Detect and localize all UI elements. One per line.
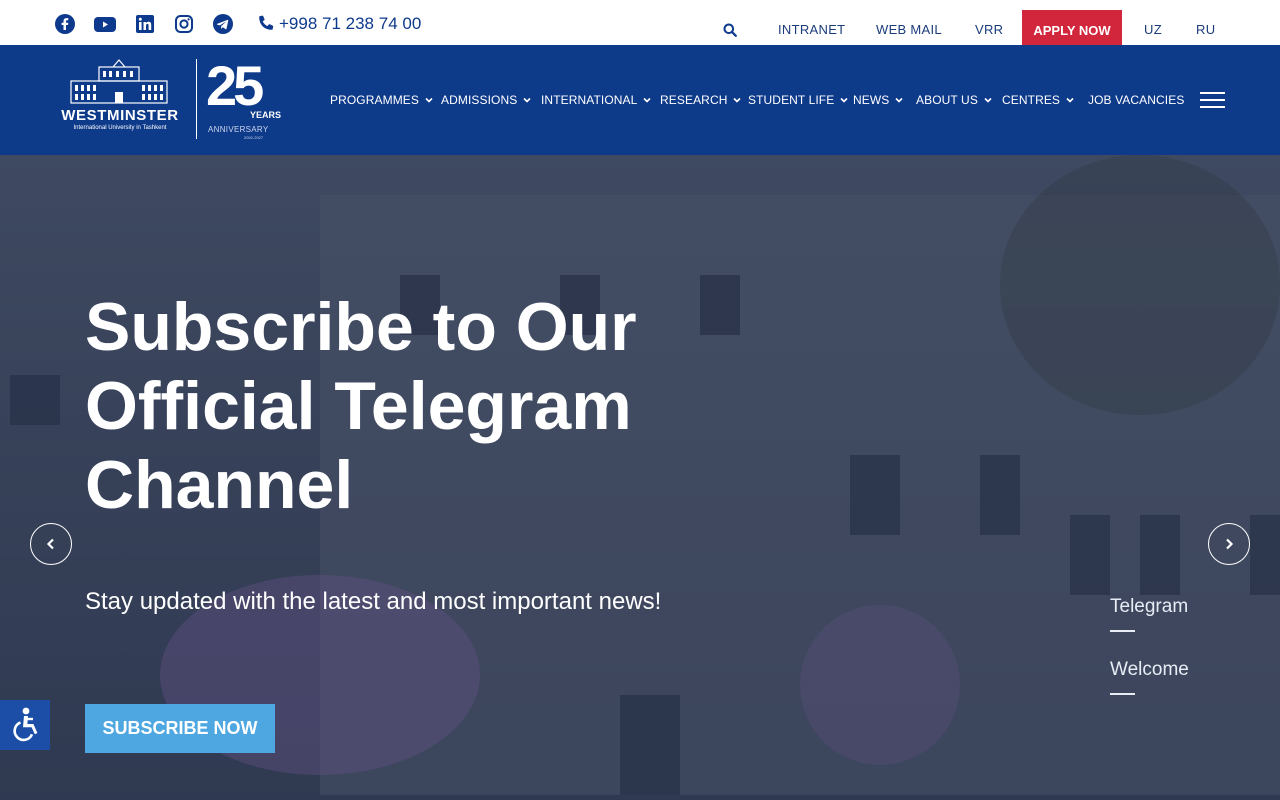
phone-icon <box>259 15 274 30</box>
accessibility-button[interactable] <box>0 700 50 750</box>
anniversary-number: 25 <box>206 54 264 117</box>
phone-link[interactable]: +998 71 238 74 00 <box>256 14 421 34</box>
chevron-down-icon <box>733 97 742 103</box>
top-utility-bar: +998 71 238 74 00 INTRANET WEB MAIL VRR … <box>0 0 1280 45</box>
anniversary-years: YEARS <box>250 110 282 120</box>
webmail-link[interactable]: WEB MAIL <box>876 22 942 37</box>
nav-label: STUDENT LIFE <box>748 93 835 107</box>
youtube-icon[interactable] <box>94 14 116 34</box>
nav-programmes[interactable]: PROGRAMMES <box>330 93 433 107</box>
chevron-down-icon <box>840 97 848 103</box>
nav-label: PROGRAMMES <box>330 93 420 107</box>
nav-centres[interactable]: CENTRES <box>1002 93 1074 107</box>
logo-subtitle: International University in Tashkent <box>73 125 167 131</box>
chevron-right-icon <box>1226 538 1234 550</box>
nav-label: CENTRES <box>1002 93 1061 107</box>
subscribe-now-button[interactable]: SUBSCRIBE NOW <box>85 704 275 753</box>
nav-label: NEWS <box>853 93 890 107</box>
phone-number: +998 71 238 74 00 <box>279 14 422 33</box>
intranet-link[interactable]: INTRANET <box>778 22 845 37</box>
main-navigation: WESTMINSTER International University in … <box>0 45 1280 155</box>
search-icon[interactable] <box>723 23 737 37</box>
menu-icon[interactable] <box>1200 92 1225 108</box>
nav-job-vacancies[interactable]: JOB VACANCIES <box>1088 93 1184 107</box>
chevron-left-icon <box>46 538 54 550</box>
linkedin-icon[interactable] <box>135 14 155 34</box>
nav-international[interactable]: INTERNATIONAL <box>541 93 651 107</box>
slide-tab-welcome[interactable]: Welcome <box>1110 659 1189 695</box>
logo-wordmark: WESTMINSTER <box>61 107 179 124</box>
chevron-down-icon <box>1066 97 1074 103</box>
hero-title: Subscribe to Our Official Telegram Chann… <box>85 289 637 523</box>
facebook-icon[interactable] <box>55 14 75 34</box>
nav-research[interactable]: RESEARCH <box>660 93 742 107</box>
slider-next-button[interactable] <box>1208 523 1250 565</box>
wheelchair-icon <box>13 707 38 742</box>
language-ru-link[interactable]: RU <box>1196 22 1215 37</box>
chevron-down-icon <box>895 97 903 103</box>
nav-about-us[interactable]: ABOUT US <box>916 93 992 107</box>
apply-now-button[interactable]: APPLY NOW <box>1022 10 1122 45</box>
vrr-link[interactable]: VRR <box>975 22 1003 37</box>
chevron-down-icon <box>984 97 992 103</box>
chevron-down-icon <box>643 97 651 103</box>
chevron-down-icon <box>425 97 433 103</box>
nav-label: ABOUT US <box>916 93 978 107</box>
university-logo[interactable]: WESTMINSTER International University in … <box>55 54 282 143</box>
nav-admissions[interactable]: ADMISSIONS <box>441 93 531 107</box>
social-links <box>55 14 252 34</box>
nav-label: JOB VACANCIES <box>1088 93 1185 107</box>
slider-prev-button[interactable] <box>30 523 72 565</box>
logo-divider <box>196 59 197 139</box>
nav-label: INTERNATIONAL <box>541 93 638 107</box>
chevron-down-icon <box>523 97 531 103</box>
slide-tab-label: Telegram <box>1110 596 1189 617</box>
nav-label: ADMISSIONS <box>441 93 518 107</box>
anniversary-dates: 2002-2027 <box>244 135 264 140</box>
hero-slider: Subscribe to Our Official Telegram Chann… <box>0 155 1280 800</box>
slide-tab-label: Welcome <box>1110 659 1189 680</box>
nav-student-life[interactable]: STUDENT LIFE <box>748 93 848 107</box>
anniversary-label: ANNIVERSARY <box>208 125 269 134</box>
nav-label: RESEARCH <box>660 93 728 107</box>
language-uz-link[interactable]: UZ <box>1144 22 1162 37</box>
instagram-icon[interactable] <box>174 14 194 34</box>
slide-tab-telegram[interactable]: Telegram <box>1110 596 1188 632</box>
building-logo-icon <box>70 59 168 104</box>
telegram-icon[interactable] <box>213 14 233 34</box>
nav-news[interactable]: NEWS <box>853 93 903 107</box>
hero-subtitle: Stay updated with the latest and most im… <box>85 588 662 615</box>
